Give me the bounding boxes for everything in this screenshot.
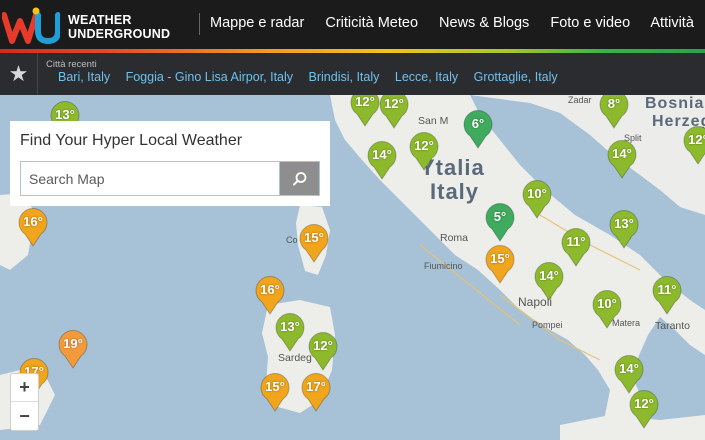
temperature-pin[interactable]: 12° — [349, 95, 381, 127]
map-label-italy: Italy — [430, 179, 480, 204]
pin-temperature-label: 12° — [414, 138, 434, 153]
pin-temperature-label: 10° — [597, 296, 617, 311]
temperature-pin[interactable]: 16° — [17, 207, 49, 247]
temperature-pin[interactable]: 12° — [682, 125, 705, 165]
search-icon — [292, 171, 306, 185]
temperature-pin[interactable]: 16° — [254, 275, 286, 315]
main-nav: Mappe e radar Criticità Meteo News & Blo… — [210, 15, 705, 31]
temperature-pin[interactable]: 19° — [57, 329, 89, 369]
wu-logo-text: WEATHER UNDERGROUND — [68, 13, 170, 41]
zoom-out-button[interactable]: − — [11, 402, 38, 430]
pin-temperature-label: 17° — [306, 379, 326, 394]
pin-temperature-label: 13° — [55, 107, 75, 122]
pin-temperature-label: 14° — [619, 361, 639, 376]
temperature-pin[interactable]: 10° — [591, 289, 623, 329]
zoom-in-button[interactable]: + — [11, 374, 38, 402]
pin-temperature-label: 15° — [490, 251, 510, 266]
temperature-pin[interactable]: 12° — [408, 131, 440, 171]
map-label-san-marino: San M — [418, 115, 449, 127]
map-label-pompei: Pompei — [532, 320, 563, 330]
recent-city-grottaglie[interactable]: Grottaglie, Italy — [474, 70, 558, 84]
pin-temperature-label: 12° — [688, 132, 705, 147]
search-map-input[interactable] — [20, 161, 280, 196]
pin-temperature-label: 8° — [607, 96, 621, 111]
pin-temperature-label: 12° — [384, 96, 404, 111]
map-label-bosnia: Bosnia — [645, 95, 705, 112]
search-panel: Find Your Hyper Local Weather — [10, 121, 330, 206]
pin-temperature-label: 12° — [355, 95, 375, 109]
temperature-pin[interactable]: 14° — [606, 139, 638, 179]
temperature-pin[interactable]: 6° — [462, 109, 494, 149]
pin-temperature-label: 12° — [313, 338, 333, 353]
temperature-pin[interactable]: 12° — [307, 331, 339, 371]
favorites-star-icon[interactable]: ★ — [0, 53, 38, 95]
pin-temperature-label: 13° — [614, 216, 634, 231]
nav-item-photos[interactable]: Foto e video — [550, 15, 630, 31]
pin-temperature-label: 14° — [372, 147, 392, 162]
recent-city-lecce[interactable]: Lecce, Italy — [395, 70, 458, 84]
search-button[interactable] — [279, 161, 320, 196]
logo-line1: WEATHER — [68, 13, 132, 27]
temperature-pin[interactable]: 15° — [298, 223, 330, 263]
recent-city-foggia[interactable]: Foggia - Gino Lisa Airpor, Italy — [126, 70, 293, 84]
recent-cities-label: Città recenti — [46, 59, 97, 70]
pin-temperature-label: 14° — [612, 146, 632, 161]
temperature-pin[interactable]: 12° — [628, 389, 660, 429]
map-label-co: Co — [286, 235, 298, 245]
pin-temperature-label: 12° — [634, 396, 654, 411]
pin-temperature-label: 16° — [260, 282, 280, 297]
pin-temperature-label: 11° — [566, 234, 586, 249]
zoom-control: + − — [10, 373, 39, 431]
pin-temperature-label: 6° — [471, 116, 485, 131]
nav-item-alerts[interactable]: Criticità Meteo — [325, 15, 418, 31]
pin-temperature-label: 11° — [657, 282, 677, 297]
temperature-pin[interactable]: 8° — [598, 95, 630, 129]
recent-cities-bar: ★ Città recenti Bari, Italy Foggia - Gin… — [0, 53, 705, 95]
nav-item-maps[interactable]: Mappe e radar — [210, 15, 304, 31]
map-label-taranto: Taranto — [655, 320, 691, 332]
search-title: Find Your Hyper Local Weather — [20, 132, 243, 149]
temperature-pin[interactable]: 15° — [484, 244, 516, 284]
map-label-zadar: Zadar — [568, 95, 592, 105]
pin-temperature-label: 14° — [539, 268, 559, 283]
pin-temperature-label: 19° — [63, 336, 83, 351]
logo-line2: UNDERGROUND — [68, 27, 171, 41]
nav-divider — [199, 13, 200, 35]
map-label-fiumicino: Fiumicino — [424, 261, 463, 271]
pin-temperature-label: 16° — [23, 214, 43, 229]
pin-temperature-label: 15° — [265, 379, 285, 394]
temperature-pin[interactable]: 14° — [366, 140, 398, 180]
pin-temperature-label: 13° — [280, 319, 300, 334]
temperature-pin[interactable]: 11° — [651, 275, 683, 315]
recent-city-brindisi[interactable]: Brindisi, Italy — [309, 70, 380, 84]
map-label-roma: Roma — [440, 232, 469, 244]
nav-item-activities[interactable]: Attività — [650, 15, 694, 31]
temperature-pin[interactable]: 17° — [300, 372, 332, 412]
temperature-pin[interactable]: 15° — [259, 372, 291, 412]
temperature-pin[interactable]: 14° — [613, 354, 645, 394]
temperature-pin[interactable]: 14° — [533, 261, 565, 301]
pin-temperature-label: 5° — [493, 209, 507, 224]
pin-temperature-label: 15° — [304, 230, 324, 245]
recent-cities-list: Bari, Italy Foggia - Gino Lisa Airpor, I… — [58, 70, 570, 84]
wu-logo[interactable]: WEATHER UNDERGROUND — [2, 6, 192, 46]
nav-item-news[interactable]: News & Blogs — [439, 15, 529, 31]
temperature-pin[interactable]: 10° — [521, 179, 553, 219]
recent-city-bari[interactable]: Bari, Italy — [58, 70, 110, 84]
temperature-pin[interactable]: 13° — [274, 312, 306, 352]
top-nav: WEATHER UNDERGROUND Mappe e radar Critic… — [0, 0, 705, 53]
temperature-pin[interactable]: 13° — [608, 209, 640, 249]
temperature-pin[interactable]: 5° — [484, 202, 516, 242]
temperature-pin[interactable]: 12° — [378, 95, 410, 129]
pin-temperature-label: 10° — [527, 186, 547, 201]
wu-logo-icon — [2, 7, 60, 45]
